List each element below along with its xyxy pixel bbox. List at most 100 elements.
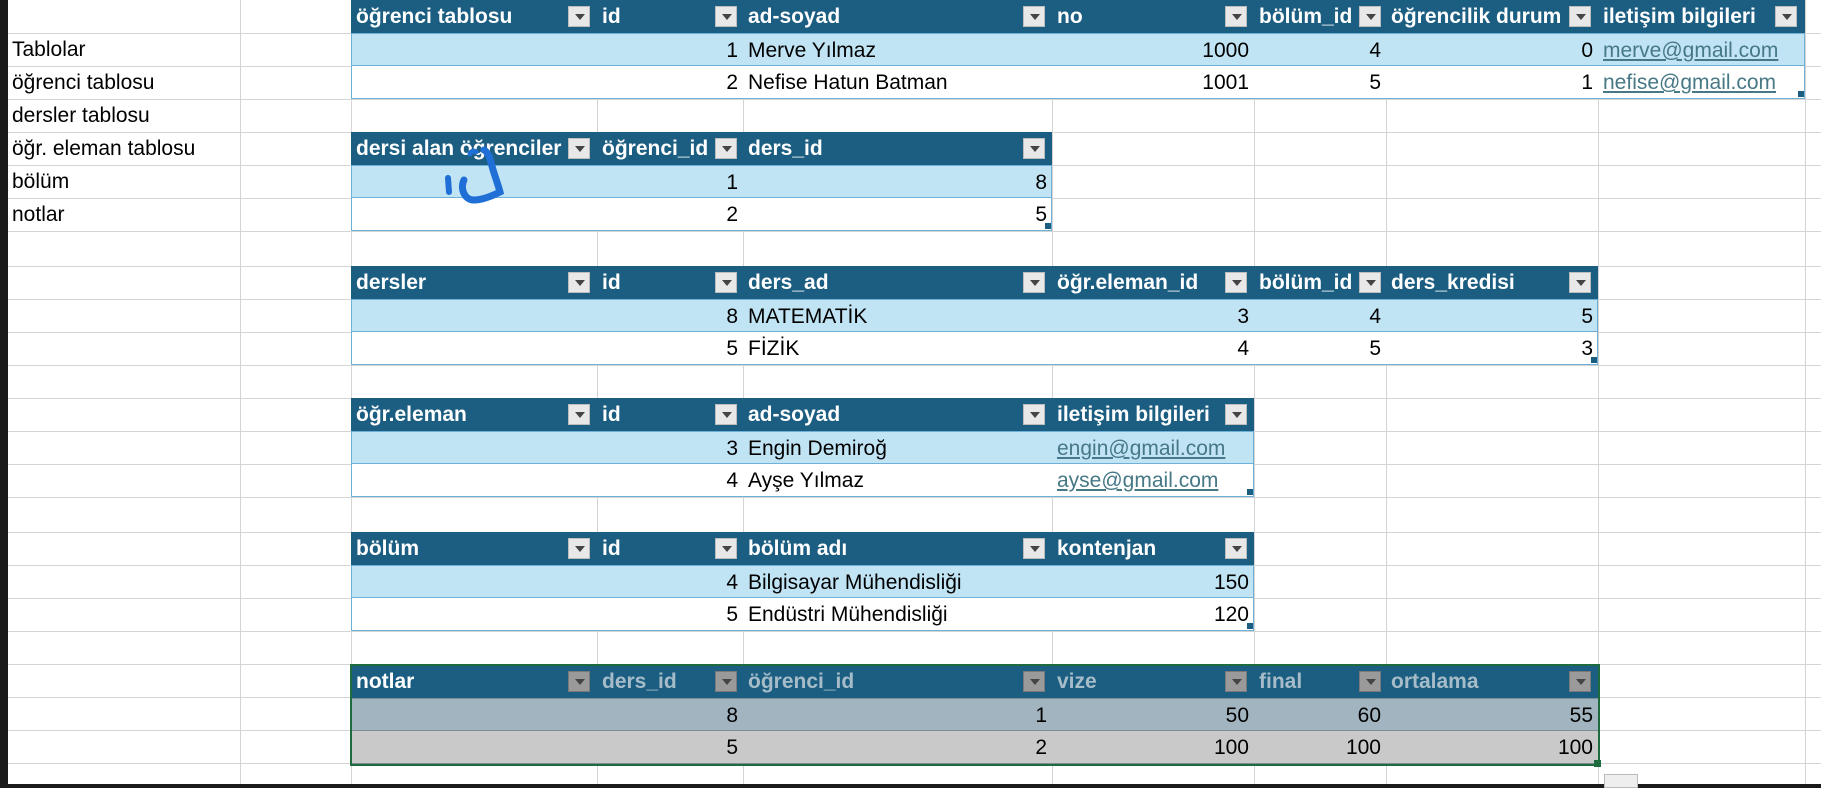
cell-bolum-adi[interactable]: Endüstri Mühendisliği xyxy=(743,598,1052,631)
table-resize-handle[interactable] xyxy=(1247,623,1253,629)
cell-bolum-adi[interactable]: Bilgisayar Mühendisliği xyxy=(743,566,1052,599)
filter-dropdown-icon[interactable] xyxy=(1023,272,1045,293)
filter-dropdown-icon[interactable] xyxy=(715,272,737,293)
filter-dropdown-icon[interactable] xyxy=(1775,6,1797,27)
column-header[interactable]: ders_id xyxy=(743,132,1052,165)
column-header[interactable]: iletişim bilgileri xyxy=(1052,398,1254,431)
cell-ders-ad[interactable]: MATEMATİK xyxy=(743,300,1052,333)
filter-dropdown-icon[interactable] xyxy=(568,6,590,27)
cell-bolum-id[interactable]: 5 xyxy=(1254,332,1386,365)
table-row[interactable]: 3 Engin Demiroğ engin@gmail.com xyxy=(351,431,1254,464)
column-header[interactable]: kontenjan xyxy=(1052,532,1254,565)
table-row[interactable]: 5 Endüstri Mühendisliği 120 xyxy=(351,598,1254,631)
cell-ogr-eleman-tablosu-label[interactable]: öğr. eleman tablosu xyxy=(12,132,195,165)
cell-id[interactable]: 8 xyxy=(597,300,743,333)
column-header[interactable]: öğr.eleman xyxy=(351,398,597,431)
table-row[interactable]: 4 Bilgisayar Mühendisliği 150 xyxy=(351,565,1254,598)
filter-dropdown-icon[interactable] xyxy=(715,138,737,159)
cell-id[interactable]: 3 xyxy=(597,432,743,465)
column-header[interactable]: ad-soyad xyxy=(743,0,1052,33)
filter-dropdown-icon[interactable] xyxy=(1023,6,1045,27)
filter-dropdown-icon[interactable] xyxy=(1225,404,1247,425)
cell-bolum-id[interactable]: 4 xyxy=(1254,34,1386,67)
filter-dropdown-icon[interactable] xyxy=(1023,404,1045,425)
column-header[interactable]: ders_ad xyxy=(743,266,1052,299)
cell-ogrencilik-durum[interactable]: 0 xyxy=(1386,34,1598,67)
cell-ders-kredisi[interactable]: 5 xyxy=(1386,300,1598,333)
cell-ogr-eleman-id[interactable]: 3 xyxy=(1052,300,1254,333)
filter-dropdown-icon[interactable] xyxy=(1569,272,1591,293)
spreadsheet-grid[interactable]: Tablolar öğrenci tablosu dersler tablosu… xyxy=(0,0,1821,788)
filter-dropdown-icon[interactable] xyxy=(1359,6,1381,27)
cell-ogr-eleman-id[interactable]: 4 xyxy=(1052,332,1254,365)
cell-ogrenci-id[interactable]: 1 xyxy=(597,166,743,199)
column-header[interactable]: dersler xyxy=(351,266,597,299)
cell-bolum-id[interactable]: 4 xyxy=(1254,300,1386,333)
cell-ad-soyad[interactable]: Nefise Hatun Batman xyxy=(743,66,1052,99)
cell-ders-ad[interactable]: FİZİK xyxy=(743,332,1052,365)
email-link[interactable]: engin@gmail.com xyxy=(1057,437,1225,460)
filter-dropdown-icon[interactable] xyxy=(1225,538,1247,559)
table-row[interactable]: 1 Merve Yılmaz 1000 4 0 merve@gmail.com xyxy=(351,33,1805,66)
column-header[interactable]: bölüm adı xyxy=(743,532,1052,565)
filter-dropdown-icon[interactable] xyxy=(715,404,737,425)
cell-ogrenci-id[interactable]: 2 xyxy=(597,198,743,231)
cell-tablolar-label[interactable]: Tablolar xyxy=(12,33,86,66)
table-row[interactable]: 5 FİZİK 4 5 3 xyxy=(351,332,1598,365)
cell-ders-kredisi[interactable]: 3 xyxy=(1386,332,1598,365)
email-link[interactable]: ayse@gmail.com xyxy=(1057,469,1218,492)
filter-dropdown-icon[interactable] xyxy=(568,404,590,425)
table-row[interactable]: 8 MATEMATİK 3 4 5 xyxy=(351,299,1598,332)
cell-ad-soyad[interactable]: Ayşe Yılmaz xyxy=(743,464,1052,497)
email-link[interactable]: nefise@gmail.com xyxy=(1603,71,1776,94)
filter-dropdown-icon[interactable] xyxy=(1225,272,1247,293)
filter-dropdown-icon[interactable] xyxy=(568,538,590,559)
cell-kontenjan[interactable]: 150 xyxy=(1052,566,1254,599)
cell-id[interactable]: 2 xyxy=(597,66,743,99)
cell-no[interactable]: 1001 xyxy=(1052,66,1254,99)
column-header[interactable]: öğrenci tablosu xyxy=(351,0,597,33)
fill-handle[interactable] xyxy=(1594,760,1601,767)
filter-dropdown-icon[interactable] xyxy=(715,6,737,27)
filter-dropdown-icon[interactable] xyxy=(568,272,590,293)
filter-dropdown-icon[interactable] xyxy=(1023,538,1045,559)
cell-bolum-label[interactable]: bölüm xyxy=(12,165,69,198)
filter-dropdown-icon[interactable] xyxy=(1569,6,1591,27)
cell-iletisim[interactable]: ayse@gmail.com xyxy=(1052,464,1254,497)
cell-no[interactable]: 1000 xyxy=(1052,34,1254,67)
table-resize-handle[interactable] xyxy=(1045,223,1051,229)
cell-kontenjan[interactable]: 120 xyxy=(1052,598,1254,631)
filter-dropdown-icon[interactable] xyxy=(1023,138,1045,159)
cell-dersler-tablosu-label[interactable]: dersler tablosu xyxy=(12,99,150,132)
cell-ad-soyad[interactable]: Merve Yılmaz xyxy=(743,34,1052,67)
cell-ogrenci-tablosu-label[interactable]: öğrenci tablosu xyxy=(12,66,154,99)
cell-notlar-label[interactable]: notlar xyxy=(12,198,65,231)
cell-ders-id[interactable]: 8 xyxy=(743,166,1052,199)
email-link[interactable]: merve@gmail.com xyxy=(1603,39,1778,62)
cell-iletisim[interactable]: merve@gmail.com xyxy=(1598,34,1805,67)
table-resize-handle[interactable] xyxy=(1798,91,1804,97)
column-header[interactable]: ad-soyad xyxy=(743,398,1052,431)
filter-dropdown-icon[interactable] xyxy=(568,138,590,159)
cell-ad-soyad[interactable]: Engin Demiroğ xyxy=(743,432,1052,465)
cell-id[interactable]: 5 xyxy=(597,332,743,365)
cell-iletisim[interactable]: nefise@gmail.com xyxy=(1598,66,1805,99)
quick-analysis-icon[interactable] xyxy=(1604,774,1638,788)
table-row[interactable]: 2 Nefise Hatun Batman 1001 5 1 nefise@gm… xyxy=(351,66,1805,99)
cell-ders-id[interactable]: 5 xyxy=(743,198,1052,231)
column-header[interactable]: iletişim bilgileri xyxy=(1598,0,1805,33)
filter-dropdown-icon[interactable] xyxy=(1359,272,1381,293)
column-header[interactable]: bölüm xyxy=(351,532,597,565)
column-header[interactable]: ders_kredisi xyxy=(1386,266,1598,299)
cell-id[interactable]: 4 xyxy=(597,464,743,497)
column-header[interactable]: öğrencilik durum xyxy=(1386,0,1598,33)
filter-dropdown-icon[interactable] xyxy=(715,538,737,559)
table-resize-handle[interactable] xyxy=(1591,357,1597,363)
table-row[interactable]: 4 Ayşe Yılmaz ayse@gmail.com xyxy=(351,464,1254,497)
column-header[interactable]: öğr.eleman_id xyxy=(1052,266,1254,299)
cell-id[interactable]: 5 xyxy=(597,598,743,631)
filter-dropdown-icon[interactable] xyxy=(1225,6,1247,27)
cell-ogrencilik-durum[interactable]: 1 xyxy=(1386,66,1598,99)
cell-iletisim[interactable]: engin@gmail.com xyxy=(1052,432,1254,465)
cell-id[interactable]: 4 xyxy=(597,566,743,599)
